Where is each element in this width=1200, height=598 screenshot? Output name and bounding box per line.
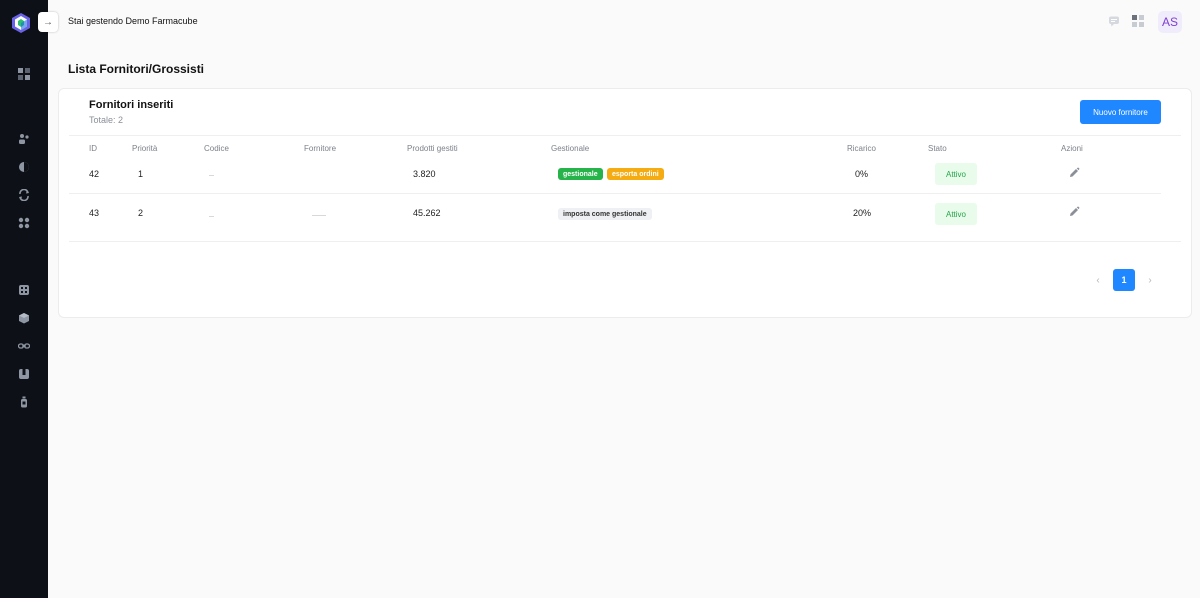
- pagination-page-current[interactable]: 1: [1113, 269, 1135, 291]
- refresh-icon[interactable]: [17, 188, 31, 202]
- users-icon[interactable]: [17, 132, 31, 146]
- table-bottom-divider: [69, 241, 1181, 242]
- cell-products: 3.820: [413, 169, 436, 179]
- row-divider: [69, 193, 1161, 194]
- status-badge: Attivo: [935, 163, 977, 185]
- column-header-actions: Azioni: [1061, 144, 1083, 153]
- column-header-management[interactable]: Gestionale: [551, 144, 589, 153]
- tag-gestionale: gestionale: [558, 168, 603, 180]
- dashboard-icon[interactable]: [17, 67, 31, 81]
- managing-pharmacy-text: Stai gestendo Demo Farmacube: [68, 16, 198, 26]
- column-header-priority[interactable]: Priorità: [132, 144, 157, 153]
- cell-id: 43: [89, 208, 100, 218]
- package-icon[interactable]: [17, 367, 31, 381]
- edit-icon[interactable]: [1068, 167, 1080, 179]
- tag-export-orders: esporta ordini: [607, 168, 664, 180]
- cell-markup: 20%: [853, 208, 872, 218]
- column-header-markup[interactable]: Ricarico: [847, 144, 876, 153]
- apps-grid-icon[interactable]: [1132, 15, 1144, 27]
- user-avatar[interactable]: AS: [1158, 11, 1182, 33]
- box-icon[interactable]: [17, 311, 31, 325]
- edit-icon[interactable]: [1068, 206, 1080, 218]
- apps-icon[interactable]: [17, 216, 31, 230]
- column-header-code[interactable]: Codice: [204, 144, 229, 153]
- cell-code-redacted: [209, 216, 214, 217]
- chat-icon[interactable]: [1108, 15, 1120, 27]
- status-badge: Attivo: [935, 203, 977, 225]
- pagination-next-button[interactable]: ›: [1143, 273, 1157, 287]
- column-header-supplier[interactable]: Fornitore: [304, 144, 336, 153]
- column-header-id[interactable]: ID: [89, 144, 97, 153]
- pagination-prev-button[interactable]: ‹: [1091, 273, 1105, 287]
- cell-code-redacted: [209, 175, 214, 176]
- cell-priority: 2: [138, 208, 144, 218]
- divider: [69, 135, 1181, 136]
- cell-markup: 0%: [855, 169, 869, 179]
- total-count: Totale: 2: [89, 115, 124, 125]
- column-header-products[interactable]: Prodotti gestiti: [407, 144, 458, 153]
- topbar: Stai gestendo Demo Farmacube AS: [48, 0, 1200, 44]
- cell-supplier-redacted: [312, 215, 326, 216]
- calculator-icon[interactable]: [17, 283, 31, 297]
- card-title: Fornitori inseriti: [89, 99, 174, 111]
- link-icon[interactable]: [17, 339, 31, 353]
- sidebar: [0, 0, 48, 598]
- suppliers-card: Fornitori inseriti Totale: 2 Nuovo forni…: [58, 88, 1192, 318]
- page-title: Lista Fornitori/Grossisti: [68, 62, 205, 76]
- cell-products: 45.262: [413, 208, 441, 218]
- app-logo[interactable]: [10, 12, 32, 34]
- new-supplier-button[interactable]: Nuovo fornitore: [1080, 100, 1161, 124]
- column-header-status: Stato: [928, 144, 947, 153]
- cell-id: 42: [89, 169, 100, 179]
- cell-priority: 1: [138, 169, 144, 179]
- bottle-icon[interactable]: [17, 395, 31, 409]
- contrast-icon[interactable]: [17, 160, 31, 174]
- tag-set-as-management: imposta come gestionale: [558, 208, 652, 220]
- sidebar-toggle-button[interactable]: →: [38, 12, 58, 32]
